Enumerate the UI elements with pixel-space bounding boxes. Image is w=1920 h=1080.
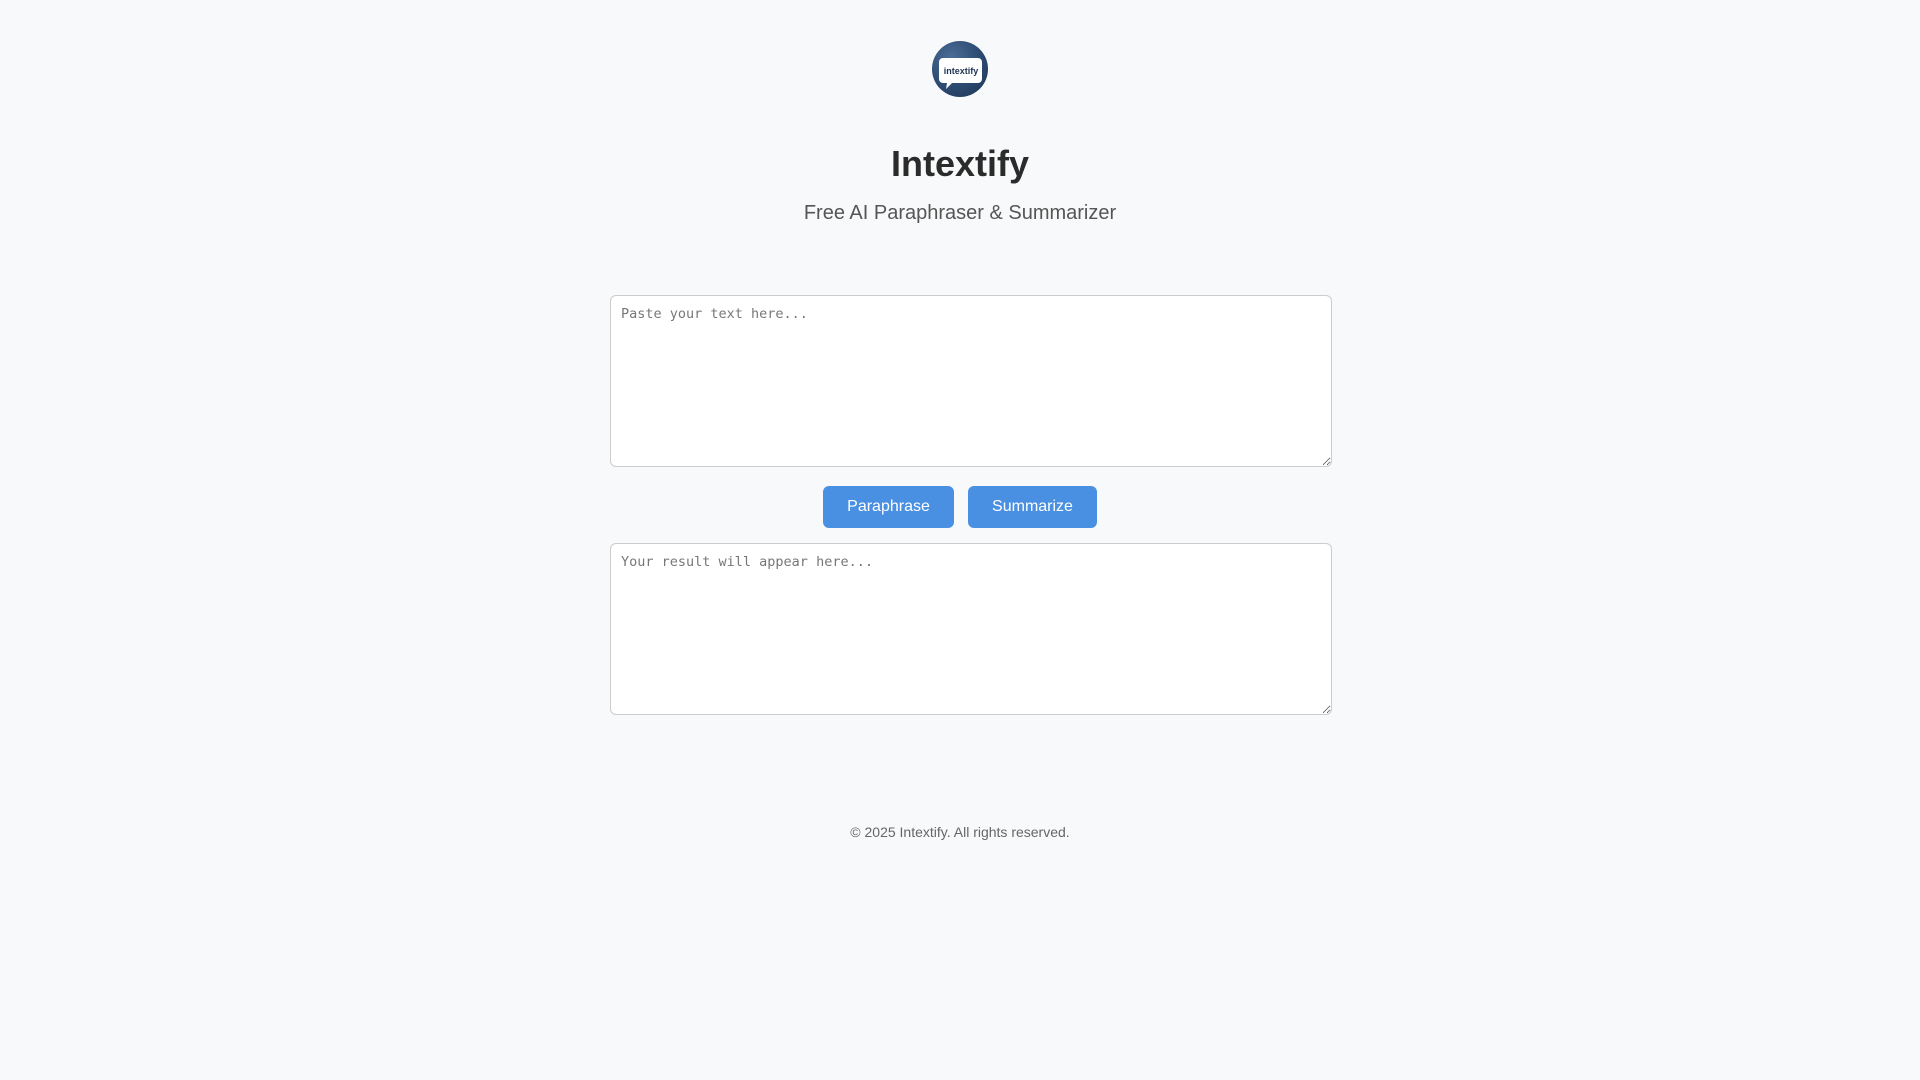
paraphrase-button[interactable]: Paraphrase xyxy=(823,486,954,528)
logo-wordmark: intextify xyxy=(944,66,979,76)
speech-bubble-logo-icon: intextify xyxy=(939,58,982,89)
page-subtitle: Free AI Paraphraser & Summarizer xyxy=(803,202,1117,224)
summarize-button[interactable]: Summarize xyxy=(968,486,1097,528)
page: intextify Intextify Free AI Paraphraser … xyxy=(0,0,1920,1080)
result-text-area[interactable] xyxy=(610,543,1332,715)
input-text-area[interactable] xyxy=(610,295,1332,467)
footer-copyright: © 2025 Intextify. All rights reserved. xyxy=(850,824,1070,840)
logo-icon: intextify xyxy=(932,41,988,97)
page-title: Intextify xyxy=(890,143,1030,184)
